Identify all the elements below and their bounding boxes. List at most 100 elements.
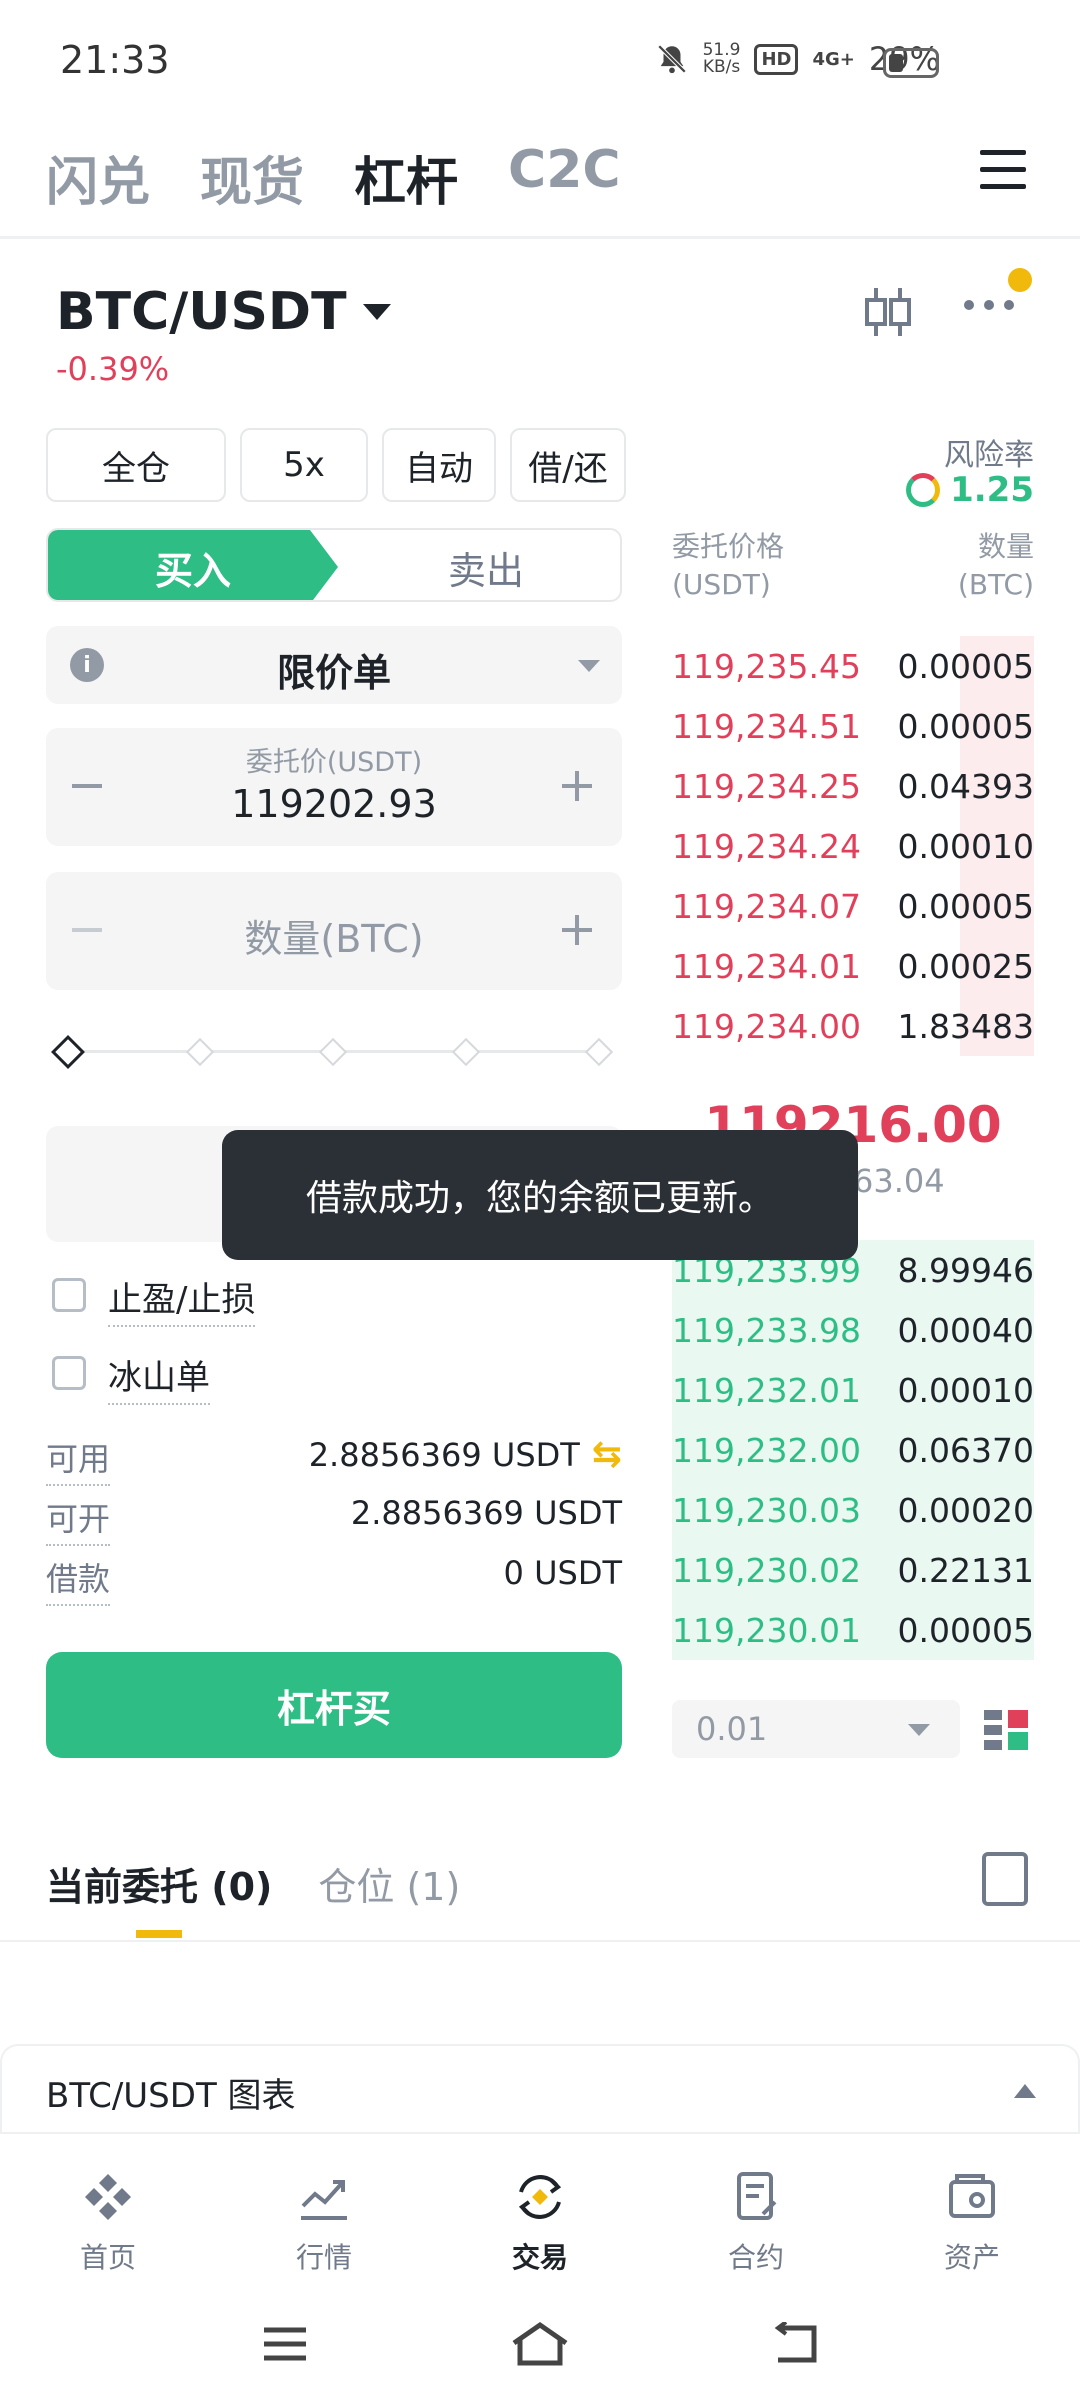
hd-badge: HD <box>754 43 799 75</box>
slider-step-50[interactable] <box>318 1037 348 1067</box>
orders-tabs: 当前委托 (0) 仓位 (1) <box>46 1856 460 1911</box>
caret-down-icon <box>362 304 391 320</box>
contract-document-icon <box>737 2172 777 2220</box>
plus-icon-vertical <box>575 771 579 801</box>
gauge-icon <box>906 473 941 507</box>
tab-c2c[interactable]: C2C <box>508 140 621 215</box>
margin-settings: 全仓 5x 自动 借/还 <box>46 428 626 502</box>
chart-line-icon <box>301 2180 347 2220</box>
available-value: 2.8856369 USDT ⇆ <box>308 1434 622 1475</box>
margin-mode-button[interactable]: 全仓 <box>46 428 226 502</box>
nav-markets[interactable]: 行情 <box>216 2134 432 2278</box>
nav-assets[interactable]: 资产 <box>864 2134 1080 2278</box>
ask-row[interactable]: 119,234.51 0.00005 <box>672 696 1034 756</box>
transfer-icon[interactable]: ⇆ <box>592 1434 622 1475</box>
pair-selector[interactable]: BTC/USDT <box>56 282 391 342</box>
iceberg-checkbox[interactable] <box>52 1356 86 1390</box>
risk-label: 风险率 <box>944 438 1034 473</box>
bid-row[interactable]: 119,230.01 0.00005 <box>672 1600 1034 1660</box>
tab-spot[interactable]: 现货 <box>200 140 304 215</box>
orderbook-price-header: 委托价格 (USDT) <box>672 530 785 601</box>
bid-row[interactable]: 119,230.02 0.22131 <box>672 1540 1034 1600</box>
top-tabs: 闪兑 现货 杠杆 C2C <box>46 140 621 215</box>
home-logo-icon <box>85 2174 131 2220</box>
recent-apps-icon[interactable] <box>260 2324 310 2364</box>
price-field[interactable]: 委托价(USDT) 119202.93 <box>46 728 622 846</box>
buy-tab[interactable]: 买入 <box>48 530 338 600</box>
net-speed: 51.9 KB/s <box>702 40 741 77</box>
mute-bell-icon <box>657 44 686 74</box>
precision-value: 0.01 <box>696 1710 768 1748</box>
slider-handle[interactable] <box>51 1035 85 1069</box>
divider <box>0 1940 1080 1942</box>
chart-drawer[interactable]: BTC/USDT 图表 <box>0 2044 1080 2132</box>
toast-message: 借款成功，您的余额已更新。 <box>222 1130 858 1260</box>
menu-icon[interactable] <box>980 150 1026 190</box>
ask-row[interactable]: 119,234.25 0.04393 <box>672 756 1034 816</box>
openable-value: 2.8856369 USDT <box>350 1494 622 1532</box>
battery-icon <box>883 48 939 78</box>
precision-select[interactable]: 0.01 <box>672 1700 960 1758</box>
leverage-button[interactable]: 5x <box>240 428 368 502</box>
candlestick-icon[interactable] <box>862 284 914 340</box>
nav-futures[interactable]: 合约 <box>648 2134 864 2278</box>
chevron-down-icon <box>908 1724 930 1736</box>
notification-dot <box>1008 268 1032 292</box>
ask-row[interactable]: 119,235.45 0.00005 <box>672 636 1034 696</box>
more-icon[interactable] <box>964 300 1020 320</box>
risk-rate[interactable]: 1.25 <box>906 470 1034 510</box>
back-icon[interactable] <box>770 2322 820 2366</box>
bid-row[interactable]: 119,232.00 0.06370 <box>672 1420 1034 1480</box>
order-type-select[interactable]: i 限价单 <box>46 626 622 704</box>
borrowed-label: 借款 <box>46 1554 111 1606</box>
nav-home[interactable]: 首页 <box>0 2134 216 2278</box>
margin-buy-button[interactable]: 杠杆买 <box>46 1652 622 1758</box>
wallet-icon <box>949 2174 995 2218</box>
divider <box>0 236 1080 239</box>
ask-row[interactable]: 119,234.07 0.00005 <box>672 876 1034 936</box>
bottom-nav: 首页 行情 交易 合约 资产 <box>0 2132 1080 2278</box>
order-type-label: 限价单 <box>276 651 391 695</box>
tab-positions[interactable]: 仓位 (1) <box>318 1856 460 1911</box>
orderbook-qty-header: 数量 (BTC) <box>957 530 1034 601</box>
nav-trade[interactable]: 交易 <box>432 2134 648 2278</box>
available-label: 可用 <box>46 1434 111 1486</box>
order-history-icon[interactable] <box>982 1852 1028 1906</box>
home-icon[interactable] <box>510 2321 570 2367</box>
bid-row[interactable]: 119,233.98 0.00040 <box>672 1300 1034 1360</box>
tab-convert[interactable]: 闪兑 <box>46 140 150 215</box>
signal-icon: 4G+ <box>812 48 855 70</box>
status-bar: 21:33 51.9 KB/s HD 4G+ 29% <box>0 0 1080 120</box>
trade-exchange-icon <box>518 2175 562 2219</box>
tp-sl-checkbox[interactable] <box>52 1278 86 1312</box>
tab-margin[interactable]: 杠杆 <box>354 140 458 215</box>
orderbook-layout-icon[interactable] <box>984 1708 1028 1752</box>
amount-input[interactable]: 数量(BTC) <box>46 908 622 963</box>
price-change: -0.39% <box>56 350 170 388</box>
borrow-repay-button[interactable]: 借/还 <box>510 428 626 502</box>
iceberg-label[interactable]: 冰山单 <box>108 1350 210 1405</box>
slider-step-100[interactable] <box>584 1037 614 1067</box>
tp-sl-label[interactable]: 止盈/止损 <box>108 1272 256 1327</box>
auto-borrow-button[interactable]: 自动 <box>382 428 496 502</box>
amount-field[interactable]: 数量(BTC) <box>46 872 622 990</box>
risk-value: 1.25 <box>950 470 1034 510</box>
sell-tab[interactable]: 卖出 <box>348 530 620 600</box>
slider-step-75[interactable] <box>451 1037 481 1067</box>
bid-row[interactable]: 119,230.03 0.00020 <box>672 1480 1034 1540</box>
price-field-label: 委托价(USDT) <box>245 747 423 778</box>
tab-indicator <box>136 1930 182 1938</box>
slider-step-25[interactable] <box>185 1037 215 1067</box>
chart-drawer-label: BTC/USDT 图表 <box>46 2076 296 2116</box>
tab-open-orders[interactable]: 当前委托 (0) <box>46 1856 272 1911</box>
ask-row[interactable]: 119,234.01 0.00025 <box>672 936 1034 996</box>
bid-row[interactable]: 119,232.01 0.00010 <box>672 1360 1034 1420</box>
status-time: 21:33 <box>60 38 170 82</box>
system-nav <box>0 2280 1080 2408</box>
pair-name: BTC/USDT <box>56 282 347 342</box>
plus-icon-vertical <box>575 915 579 945</box>
chevron-up-icon[interactable] <box>1014 2084 1036 2098</box>
price-input[interactable]: 119202.93 <box>46 782 622 826</box>
ask-row[interactable]: 119,234.24 0.00010 <box>672 816 1034 876</box>
ask-row[interactable]: 119,234.00 1.83483 <box>672 996 1034 1056</box>
